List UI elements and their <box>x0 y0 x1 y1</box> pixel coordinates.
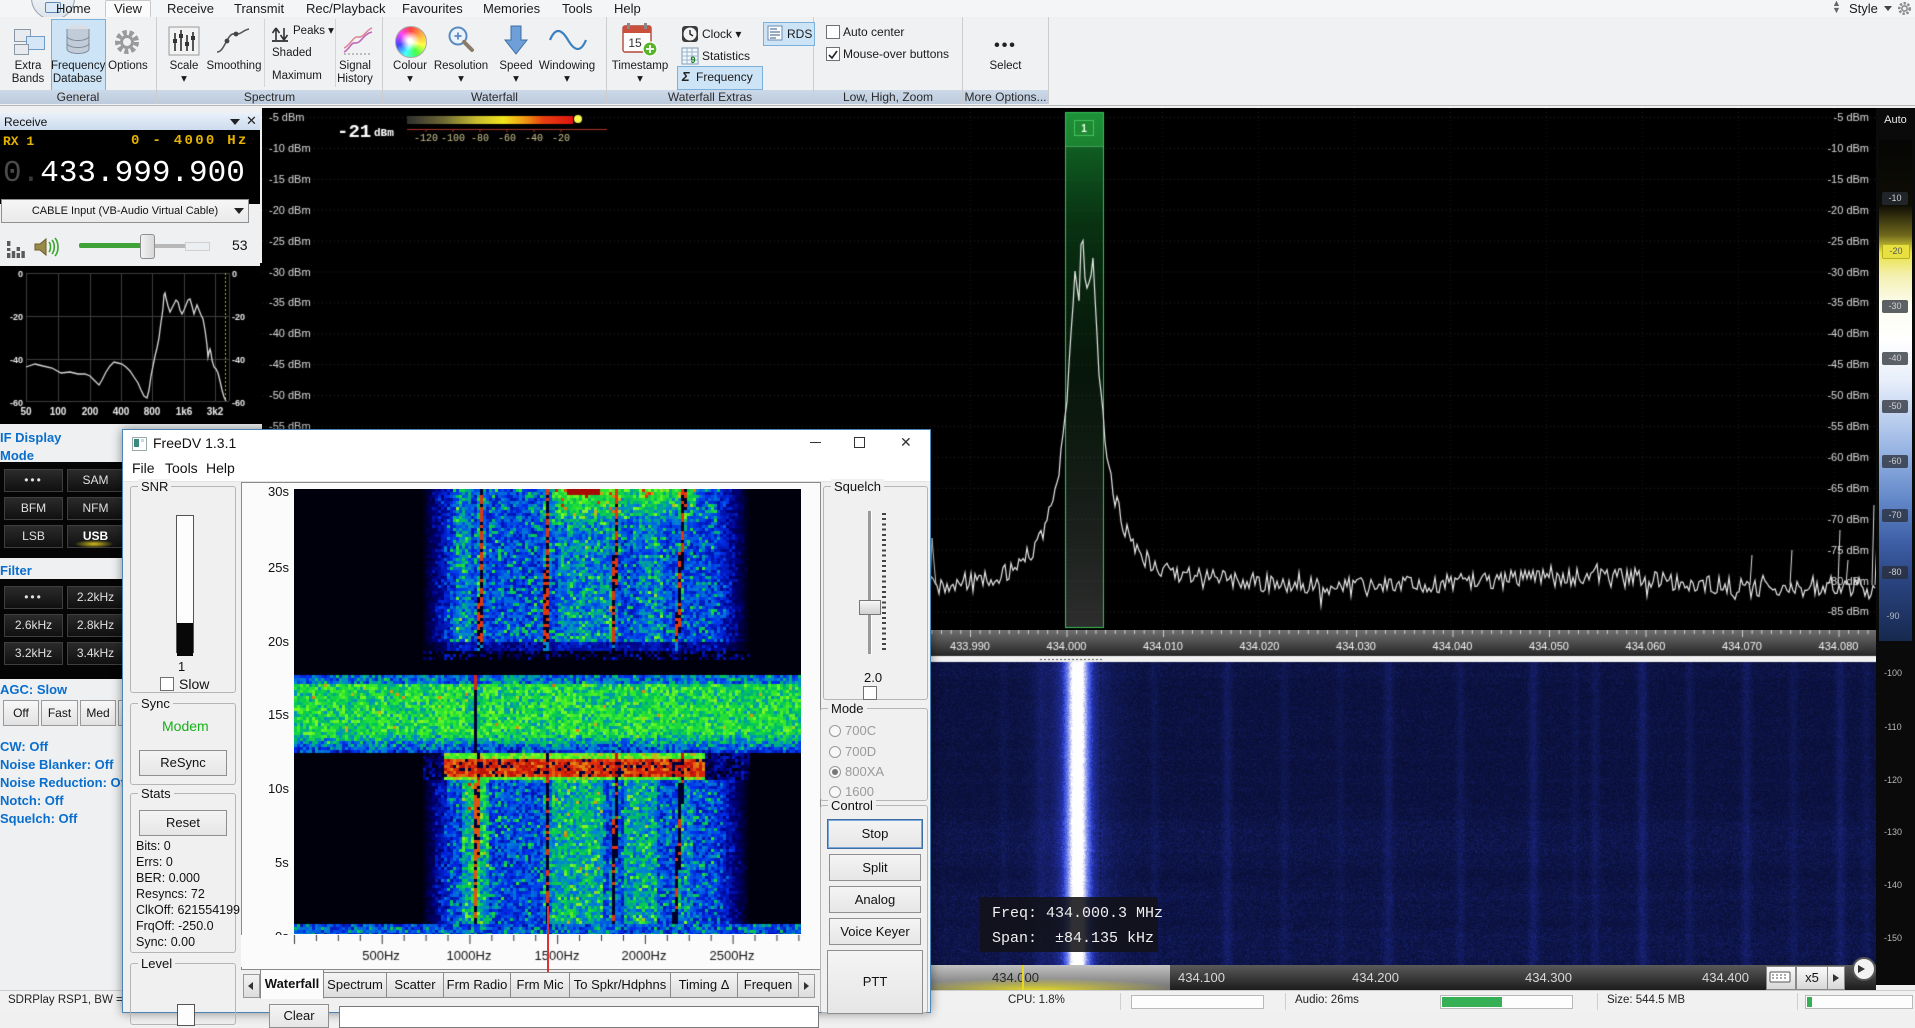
svg-text:9: 9 <box>690 55 695 65</box>
svg-text:15: 15 <box>628 36 642 50</box>
